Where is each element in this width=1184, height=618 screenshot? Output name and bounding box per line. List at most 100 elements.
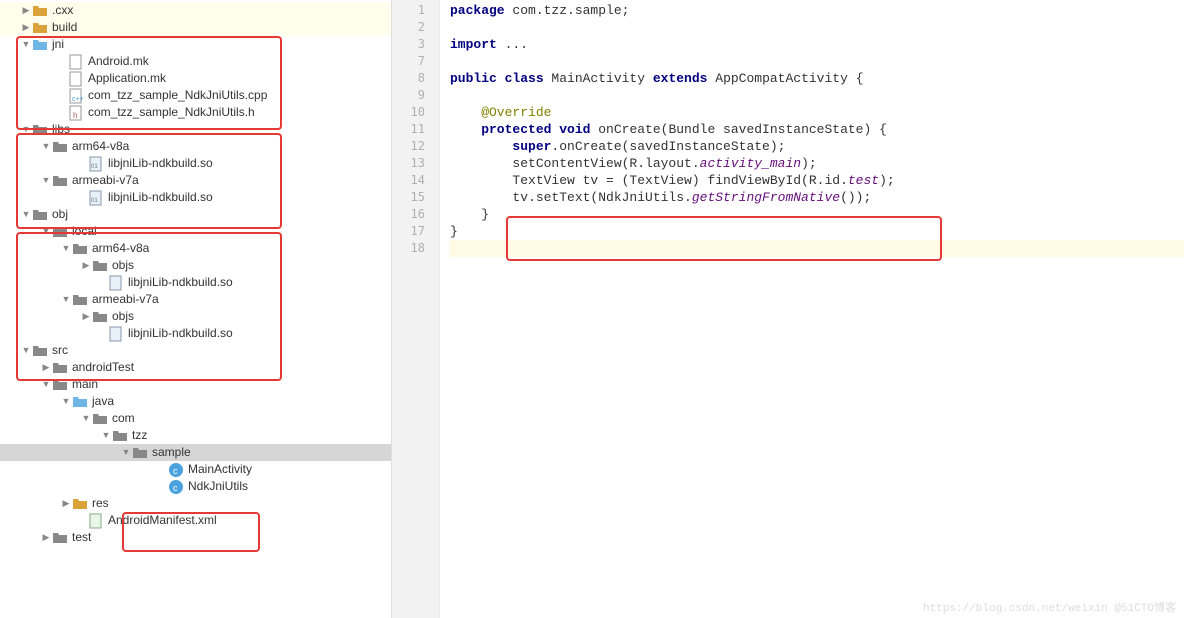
line-number: 17 [392, 223, 439, 240]
line-number: 16 [392, 206, 439, 223]
tree-item-cpp[interactable]: c++com_tzz_sample_NdkJniUtils.cpp [0, 87, 391, 104]
tree-label: armeabi-v7a [72, 172, 139, 189]
folder-icon [52, 173, 68, 189]
tree-label: obj [52, 206, 68, 223]
folder-icon [72, 496, 88, 512]
tree-item-ndkjniutils[interactable]: cNdkJniUtils [0, 478, 391, 495]
code-token: } [450, 224, 458, 239]
code-token: super [450, 139, 551, 154]
code-token: public class [450, 71, 551, 86]
tree-item-armeabib[interactable]: ▼armeabi-v7a [0, 291, 391, 308]
tree-item-objs1[interactable]: ▶objs [0, 257, 391, 274]
code-token: ); [801, 156, 817, 171]
tree-item-local[interactable]: ▼local [0, 223, 391, 240]
tree-item-cxx[interactable]: ▶.cxx [0, 2, 391, 19]
line-number: 8 [392, 70, 439, 87]
tree-label: objs [112, 257, 134, 274]
code-token: .onCreate(savedInstanceState); [551, 139, 785, 154]
folder-icon [32, 122, 48, 138]
tree-item-main[interactable]: ▼main [0, 376, 391, 393]
project-tree[interactable]: ▶.cxx ▶build ▼jni Android.mk Application… [0, 0, 392, 618]
file-icon [68, 54, 84, 70]
folder-icon [72, 292, 88, 308]
code-token: MainActivity [551, 71, 652, 86]
tree-label: libjniLib-ndkbuild.so [108, 189, 213, 206]
tree-label: tzz [132, 427, 147, 444]
line-number: 13 [392, 155, 439, 172]
folder-icon [52, 377, 68, 393]
tree-item-android-mk[interactable]: Android.mk [0, 53, 391, 70]
binary-file-icon [108, 326, 124, 342]
tree-label: AndroidManifest.xml [108, 512, 217, 529]
folder-icon [52, 224, 68, 240]
line-number: 10 [392, 104, 439, 121]
binary-file-icon [108, 275, 124, 291]
tree-item-mainactivity[interactable]: cMainActivity [0, 461, 391, 478]
code-token: tv.setText(NdkJniUtils. [450, 190, 692, 205]
class-icon: c [168, 479, 184, 495]
tree-item-build[interactable]: ▶build [0, 19, 391, 36]
code-token: } [450, 207, 489, 222]
tree-label: com [112, 410, 135, 427]
folder-icon [32, 207, 48, 223]
code-token: ); [879, 173, 895, 188]
tree-item-jni[interactable]: ▼jni [0, 36, 391, 53]
tree-label: test [72, 529, 91, 546]
tree-label: main [72, 376, 98, 393]
xml-file-icon [88, 513, 104, 529]
tree-label: androidTest [72, 359, 134, 376]
folder-icon [52, 530, 68, 546]
tree-item-so2[interactable]: 01libjniLib-ndkbuild.so [0, 189, 391, 206]
tree-label: sample [152, 444, 191, 461]
tree-item-so4[interactable]: libjniLib-ndkbuild.so [0, 325, 391, 342]
code-token: test [848, 173, 879, 188]
line-number: 12 [392, 138, 439, 155]
line-number: 9 [392, 87, 439, 104]
tree-label: arm64-v8a [72, 138, 129, 155]
tree-item-res[interactable]: ▶res [0, 495, 391, 512]
code-token: TextView tv = (TextView) findViewById(R.… [450, 173, 848, 188]
code-token: ... [505, 37, 528, 52]
tree-item-src[interactable]: ▼src [0, 342, 391, 359]
tree-item-objs2[interactable]: ▶objs [0, 308, 391, 325]
tree-item-com[interactable]: ▼com [0, 410, 391, 427]
tree-item-libs[interactable]: ▼libs [0, 121, 391, 138]
code-token: onCreate(Bundle savedInstanceState) { [598, 122, 887, 137]
tree-item-so1[interactable]: 01libjniLib-ndkbuild.so [0, 155, 391, 172]
tree-item-obj[interactable]: ▼obj [0, 206, 391, 223]
tree-item-arm64[interactable]: ▼arm64-v8a [0, 138, 391, 155]
code-token: activity_main [700, 156, 801, 171]
folder-icon [92, 309, 108, 325]
line-number: 18 [392, 240, 439, 257]
line-number: 2 [392, 19, 439, 36]
code-editor[interactable]: 1 2 3 7 8 9 10 11 12 13 14 15 16 17 18 p… [392, 0, 1184, 618]
tree-item-application-mk[interactable]: Application.mk [0, 70, 391, 87]
tree-item-arm64b[interactable]: ▼arm64-v8a [0, 240, 391, 257]
package-icon [92, 411, 108, 427]
tree-item-h[interactable]: hcom_tzz_sample_NdkJniUtils.h [0, 104, 391, 121]
tree-item-manifest[interactable]: AndroidManifest.xml [0, 512, 391, 529]
class-icon: c [168, 462, 184, 478]
file-icon [68, 71, 84, 87]
tree-item-tzz[interactable]: ▼tzz [0, 427, 391, 444]
line-number: 3 [392, 36, 439, 53]
tree-item-java[interactable]: ▼java [0, 393, 391, 410]
tree-label: libs [52, 121, 70, 138]
code-area[interactable]: package com.tzz.sample; import ... publi… [440, 0, 1184, 618]
folder-icon [52, 360, 68, 376]
code-token: package [450, 3, 512, 18]
tree-label: MainActivity [188, 461, 252, 478]
tree-item-test[interactable]: ▶test [0, 529, 391, 546]
folder-icon [72, 394, 88, 410]
line-number: 11 [392, 121, 439, 138]
folder-icon [72, 241, 88, 257]
tree-item-armeabi[interactable]: ▼armeabi-v7a [0, 172, 391, 189]
tree-label: libjniLib-ndkbuild.so [128, 325, 233, 342]
tree-item-sample[interactable]: ▼sample [0, 444, 391, 461]
folder-icon [32, 343, 48, 359]
tree-label: arm64-v8a [92, 240, 149, 257]
tree-item-so3[interactable]: libjniLib-ndkbuild.so [0, 274, 391, 291]
folder-icon [52, 139, 68, 155]
code-token: ()); [840, 190, 871, 205]
tree-item-androidtest[interactable]: ▶androidTest [0, 359, 391, 376]
